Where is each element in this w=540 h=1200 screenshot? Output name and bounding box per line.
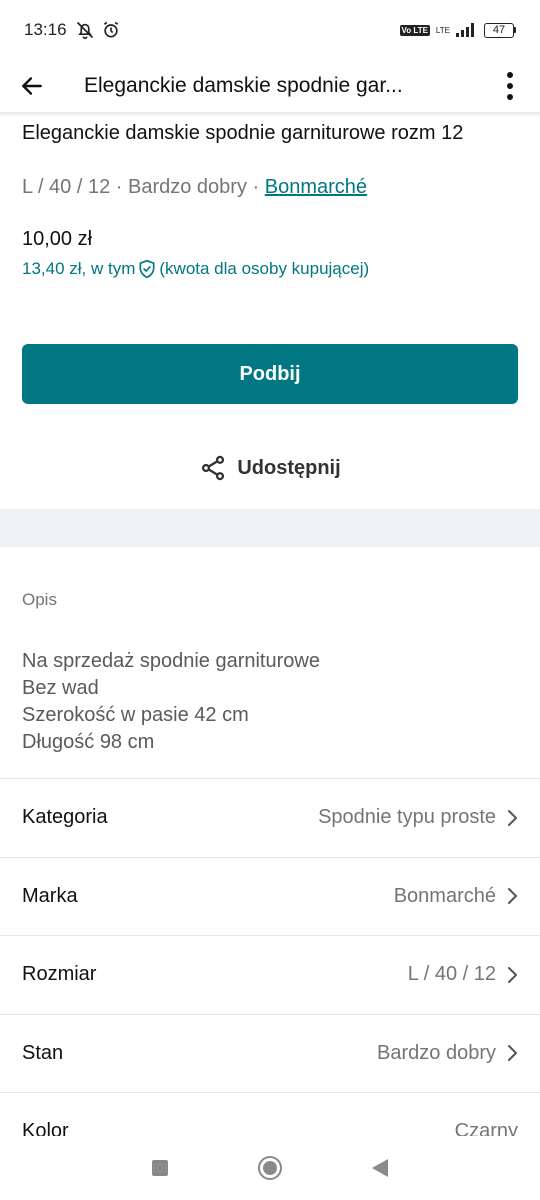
section-divider: [0, 509, 540, 547]
more-vertical-icon: [507, 72, 513, 100]
description-line: Na sprzedaż spodnie garniturowe: [22, 650, 320, 672]
attribute-row-condition[interactable]: Stan Bardzo dobry: [0, 1013, 540, 1093]
recents-button[interactable]: [152, 1160, 168, 1176]
attribute-row-color[interactable]: Kolor Czarny: [0, 1092, 540, 1136]
volte-icon: Vo LTE: [399, 24, 430, 36]
attribute-label: Marka: [22, 884, 78, 907]
description-text: Na sprzedaż spodnie garniturowe Bez wad …: [22, 648, 320, 756]
item-price: 10,00 zł: [22, 228, 93, 250]
chevron-right-icon: [506, 1044, 518, 1062]
home-button[interactable]: [258, 1156, 282, 1180]
shield-check-icon: [139, 259, 155, 279]
item-meta: L / 40 / 12 · Bardzo dobry · Bonmarché: [22, 176, 368, 198]
bump-button[interactable]: Podbij: [22, 344, 518, 404]
share-button[interactable]: Udostępnij: [0, 448, 540, 488]
system-back-button[interactable]: [372, 1159, 388, 1177]
chevron-right-icon: [506, 887, 518, 905]
item-details[interactable]: Eleganckie damskie spodnie garniturowe r…: [0, 112, 540, 1136]
description-heading: Opis: [22, 590, 57, 609]
share-label: Udostępnij: [237, 456, 341, 479]
attribute-label: Rozmiar: [22, 963, 97, 986]
item-size: L / 40 / 12: [22, 176, 111, 198]
item-title: Eleganckie damskie spodnie garniturowe r…: [22, 122, 464, 144]
buyer-price-info[interactable]: 13,40 zł, w tym (kwota dla osoby kupując…: [22, 259, 369, 279]
description-line: Szerokość w pasie 42 cm: [22, 704, 249, 726]
attribute-row-category[interactable]: Kategoria Spodnie typu proste: [0, 778, 540, 857]
buyer-price-note: (kwota dla osoby kupującej): [159, 259, 370, 278]
app-bar: Eleganckie damskie spodnie gar...: [0, 60, 540, 112]
brand-link[interactable]: Bonmarché: [265, 176, 367, 198]
attribute-value: L / 40 / 12: [407, 963, 496, 986]
attribute-value: Spodnie typu proste: [318, 806, 496, 829]
attribute-label: Kategoria: [22, 806, 108, 829]
description-line: Bez wad: [22, 677, 99, 699]
chevron-right-icon: [506, 966, 518, 984]
chevron-right-icon: [506, 809, 518, 827]
attribute-label: Kolor: [22, 1120, 69, 1136]
attribute-list: Kategoria Spodnie typu proste Marka Bonm…: [0, 778, 540, 1136]
attribute-value: Bardzo dobry: [377, 1041, 496, 1064]
page-title: Eleganckie damskie spodnie gar...: [84, 74, 403, 97]
item-condition: Bardzo dobry: [128, 176, 247, 198]
system-navigation-bar: [0, 1136, 540, 1200]
share-icon: [202, 455, 225, 481]
attribute-row-brand[interactable]: Marka Bonmarché: [0, 856, 540, 936]
attribute-label: Stan: [22, 1041, 64, 1064]
alarm-icon: [103, 21, 118, 38]
attribute-value: Czarny: [454, 1120, 518, 1136]
status-time: 13:16: [24, 20, 67, 39]
network-type: LTE: [435, 25, 450, 35]
signal-icon: [456, 23, 474, 37]
buyer-price: 13,40 zł, w tym: [22, 259, 136, 278]
battery-icon: 47: [484, 22, 516, 38]
more-options-button[interactable]: [480, 60, 540, 112]
description-line: Długość 98 cm: [22, 731, 155, 753]
bell-off-icon: [76, 21, 93, 40]
attribute-row-size[interactable]: Rozmiar L / 40 / 12: [0, 935, 540, 1014]
back-button[interactable]: [0, 60, 64, 112]
status-bar: 13:16 Vo LTE LTE 47: [0, 0, 540, 60]
arrow-left-icon: [22, 77, 42, 95]
attribute-value: Bonmarché: [393, 884, 496, 907]
battery-level: 47: [484, 22, 514, 38]
